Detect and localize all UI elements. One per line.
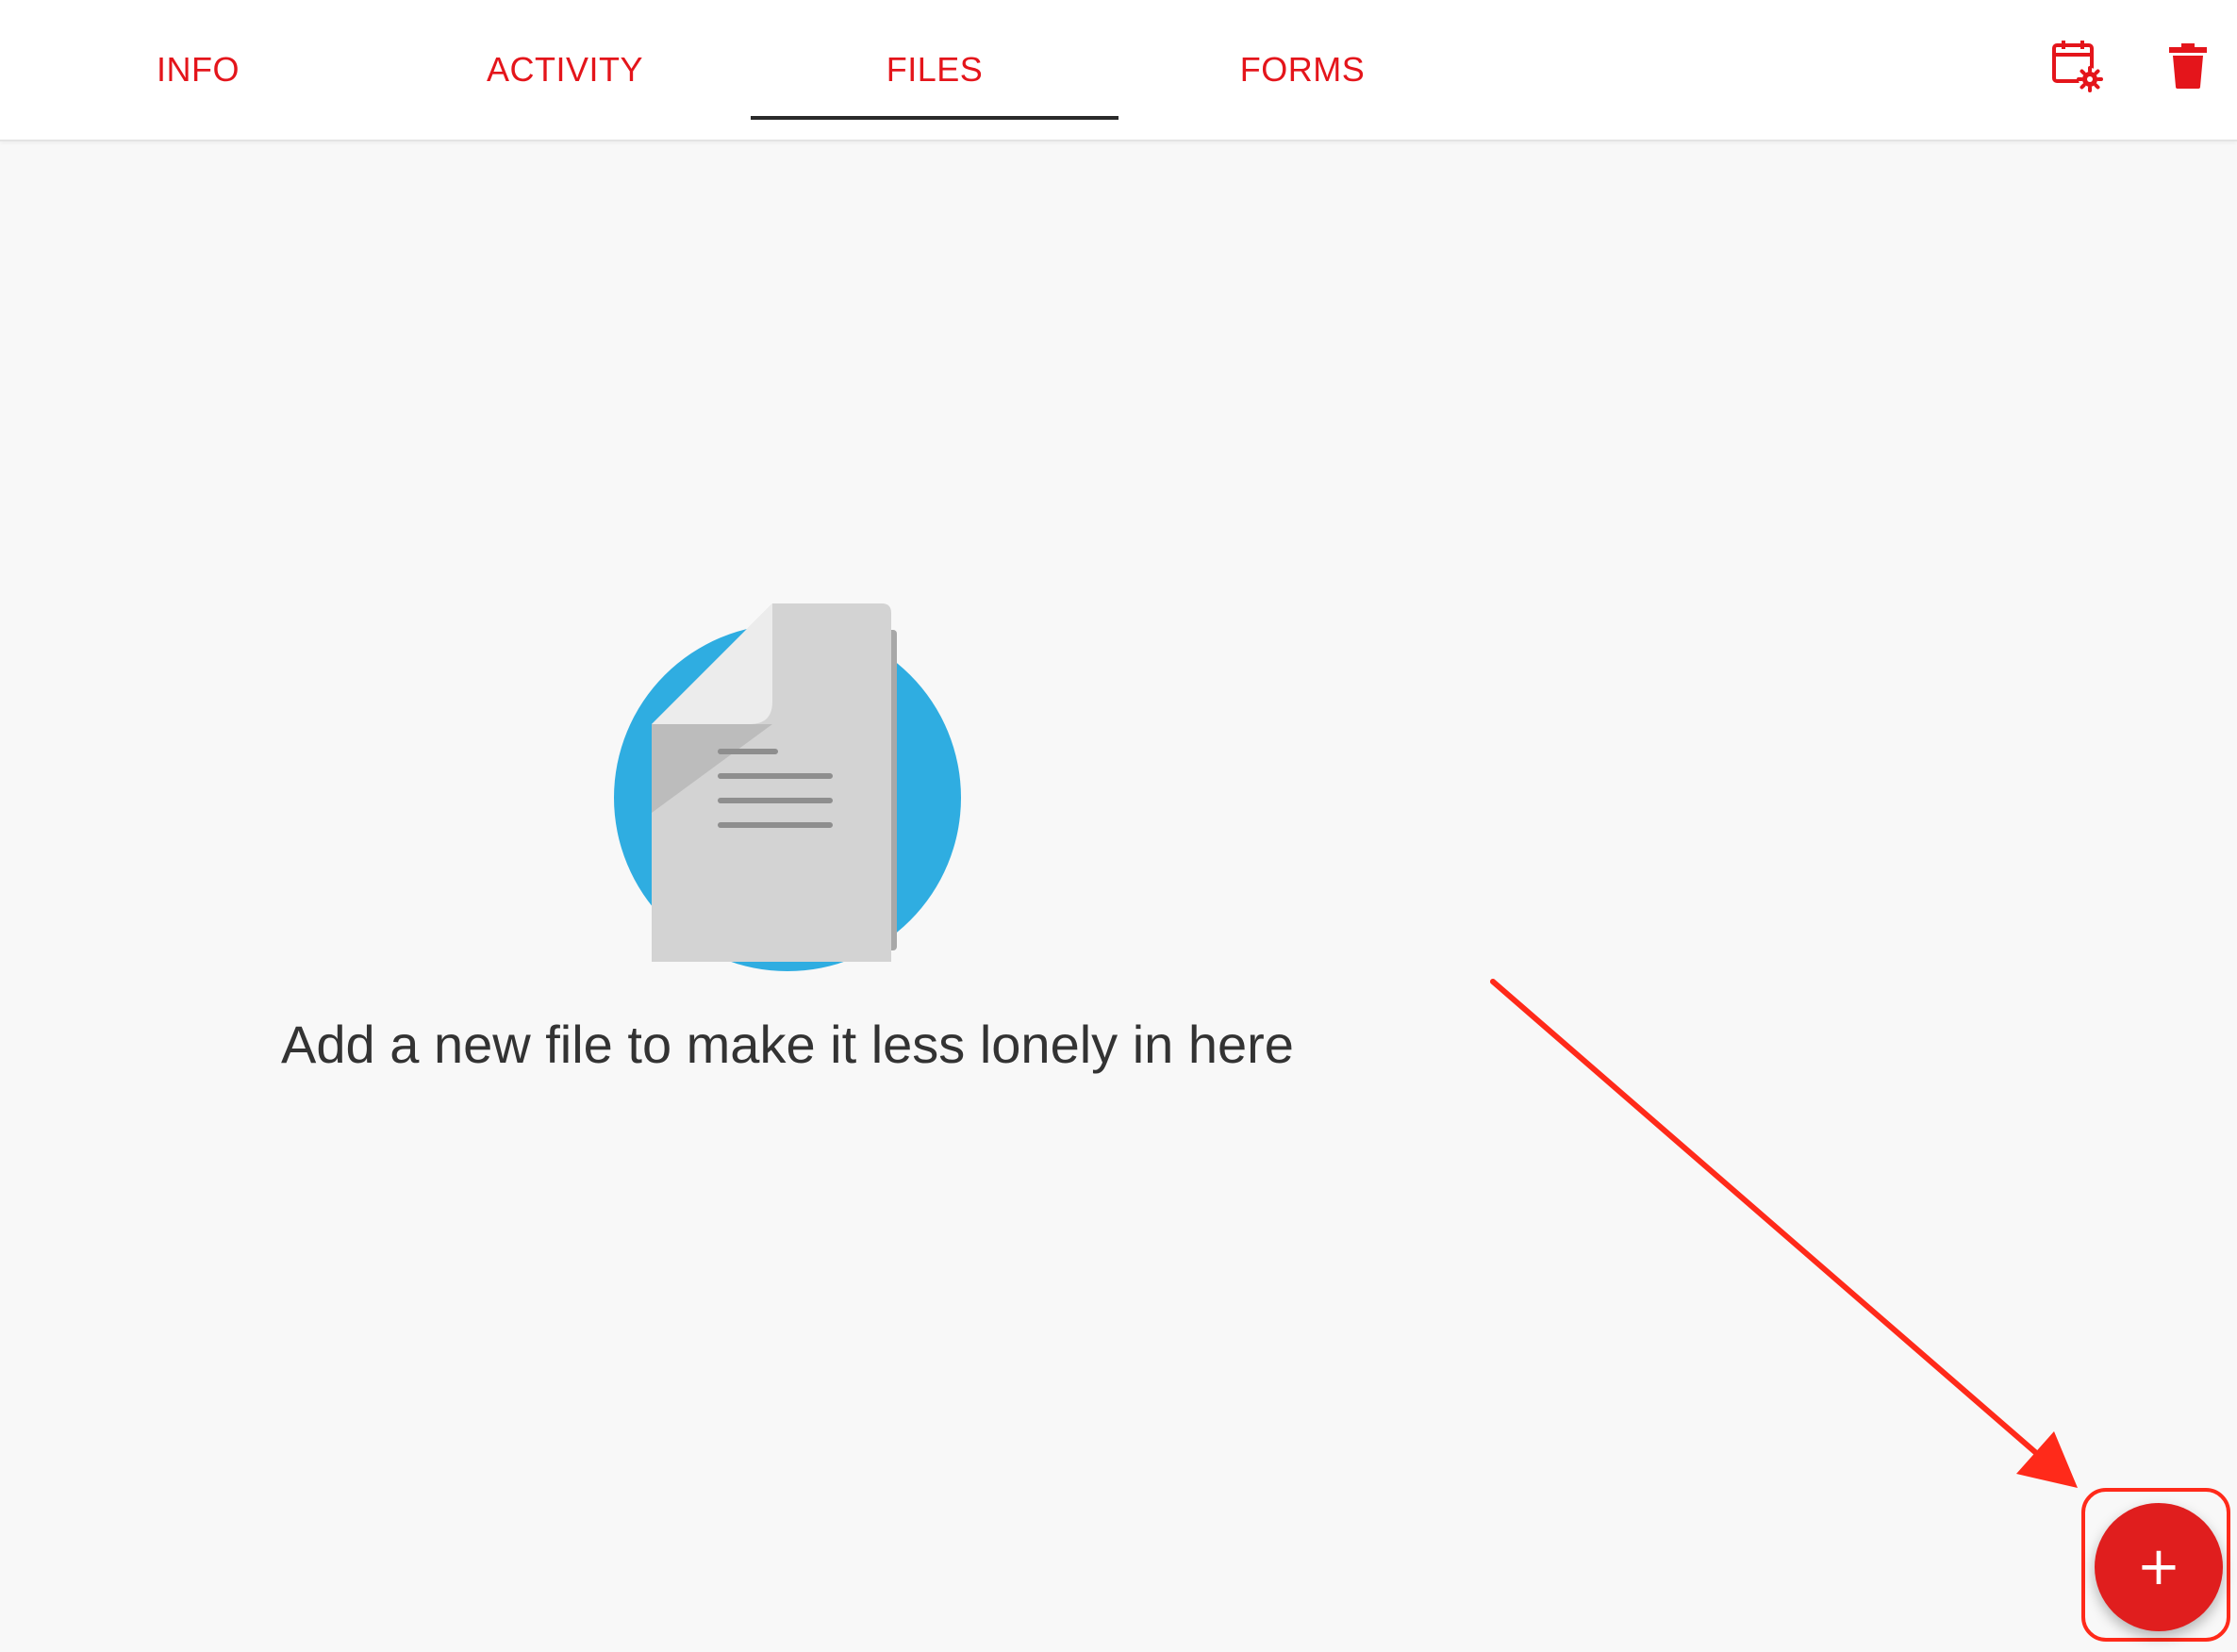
tab-activity-label: ACTIVITY — [486, 50, 644, 89]
calendar-settings-icon[interactable] — [2046, 36, 2107, 96]
tab-info-label: INFO — [157, 50, 240, 89]
tab-activity[interactable]: ACTIVITY — [377, 0, 753, 140]
annotation-arrow — [1490, 979, 2078, 1488]
trash-icon[interactable] — [2158, 36, 2218, 96]
active-tab-indicator — [751, 116, 1118, 120]
plus-icon: + — [2136, 1536, 2181, 1597]
add-file-button[interactable]: + — [2095, 1503, 2223, 1631]
empty-state-message: Add a new file to make it less lonely in… — [281, 1015, 1294, 1074]
tab-files-label: FILES — [886, 50, 984, 89]
tab-forms-label: FORMS — [1239, 50, 1366, 89]
tab-bar: INFO ACTIVITY FILES FORMS — [0, 0, 2237, 141]
tab-info[interactable]: INFO — [9, 0, 387, 140]
document-icon — [608, 603, 967, 971]
tab-forms[interactable]: FORMS — [1118, 0, 1486, 140]
